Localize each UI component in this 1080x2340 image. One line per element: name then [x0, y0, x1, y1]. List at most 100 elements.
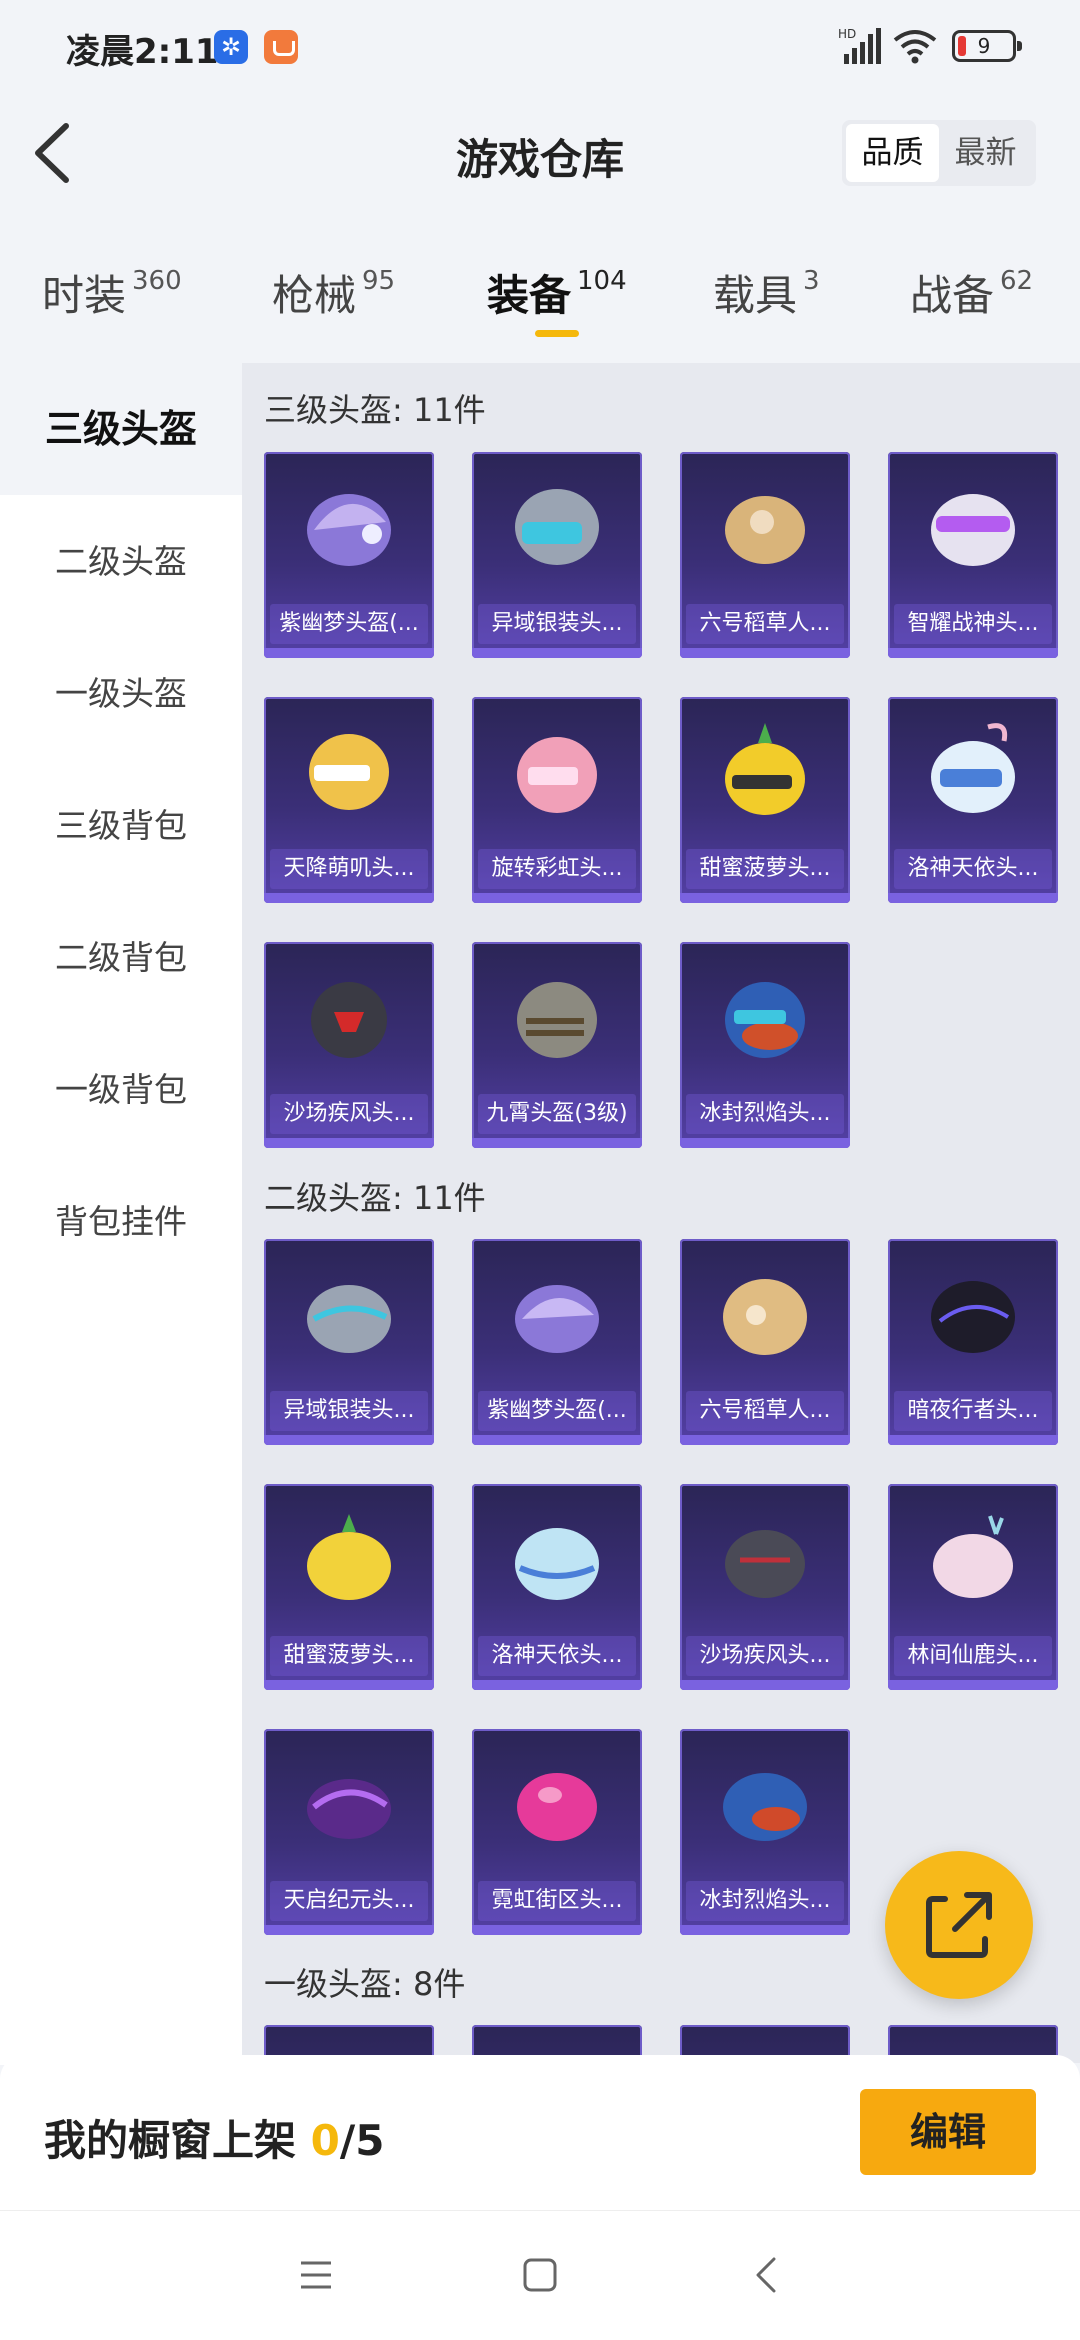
- helmet-icon: [931, 494, 1015, 566]
- item-name: 紫幽梦头盔(...: [478, 1391, 636, 1431]
- tab-count: 3: [803, 266, 820, 296]
- item-card[interactable]: 洛神天依头...: [472, 1484, 642, 1690]
- tab-label: 装备: [487, 271, 572, 320]
- item-name: 异域银装头...: [270, 1391, 428, 1431]
- active-tab-indicator: [535, 330, 579, 337]
- showcase-current-count: 0: [310, 2116, 340, 2165]
- item-card[interactable]: 异域银装头...: [264, 1239, 434, 1445]
- sort-quality-option[interactable]: 品质: [846, 124, 939, 182]
- item-card[interactable]: 林间仙鹿头...: [888, 1484, 1058, 1690]
- tab-equipment[interactable]: 装备 104: [487, 262, 627, 323]
- item-card[interactable]: 六号稻草人...: [680, 1239, 850, 1445]
- section-title-level1: 一级头盔: 8件: [264, 1965, 466, 2003]
- item-card[interactable]: 紫幽梦头盔(...: [472, 1239, 642, 1445]
- item-name: 九霄头盔(3级): [478, 1094, 636, 1134]
- menu-icon[interactable]: [298, 2259, 334, 2291]
- item-name: 六号稻草人...: [686, 604, 844, 644]
- item-name: 天启纪元头...: [270, 1881, 428, 1921]
- external-link-icon: [926, 1892, 992, 1958]
- helmet-icon: [515, 489, 599, 565]
- item-name: 沙场疾风头...: [686, 1636, 844, 1676]
- item-name: 智耀战神头...: [894, 604, 1052, 644]
- item-name: 六号稻草人...: [686, 1391, 844, 1431]
- sidebar-item-backpack-charms[interactable]: 背包挂件: [0, 1192, 242, 1252]
- showcase-label: 我的橱窗上架: [44, 2116, 297, 2165]
- helmet-icon: [725, 723, 805, 815]
- item-card[interactable]: 智耀战神头...: [888, 452, 1058, 658]
- item-card[interactable]: 冰封烈焰头...: [680, 942, 850, 1148]
- item-card[interactable]: 甜蜜菠萝头...: [680, 697, 850, 903]
- item-card[interactable]: 甜蜜菠萝头...: [264, 1484, 434, 1690]
- sidebar-item-level1-helmet[interactable]: 一级头盔: [0, 664, 242, 724]
- helmet-icon: [309, 734, 389, 810]
- section-title-level2: 二级头盔: 11件: [264, 1179, 486, 1217]
- wifi-icon: [893, 30, 937, 64]
- tab-battle-supplies[interactable]: 战备 62: [910, 262, 1033, 323]
- helmet-icon: [725, 1530, 805, 1598]
- sidebar-item-level3-helmet[interactable]: 三级头盔: [0, 363, 242, 495]
- sidebar-background: [0, 495, 242, 2065]
- sort-newest-option[interactable]: 最新: [939, 124, 1032, 182]
- item-card[interactable]: 紫幽梦头盔(...: [264, 452, 434, 658]
- sidebar-item-level2-helmet[interactable]: 二级头盔: [0, 532, 242, 592]
- item-name: 沙场疾风头...: [270, 1094, 428, 1134]
- helmet-icon: [307, 1285, 391, 1353]
- helmet-icon: [725, 496, 805, 564]
- sidebar-item-level2-backpack[interactable]: 二级背包: [0, 928, 242, 988]
- tab-firearms[interactable]: 枪械 95: [272, 262, 395, 323]
- item-name: 冰封烈焰头...: [686, 1094, 844, 1134]
- app-notification-icon: ✲: [214, 30, 248, 64]
- item-name: 洛神天依头...: [478, 1636, 636, 1676]
- share-fab-button[interactable]: [885, 1851, 1033, 1999]
- item-card[interactable]: 冰封烈焰头...: [680, 1729, 850, 1935]
- helmet-icon: [725, 982, 805, 1058]
- tab-label: 枪械: [272, 271, 357, 320]
- helmet-icon: [307, 1779, 391, 1839]
- item-name: 甜蜜菠萝头...: [270, 1636, 428, 1676]
- helmet-icon: [515, 1285, 599, 1353]
- item-name: 异域银装头...: [478, 604, 636, 644]
- item-grid: 三级头盔: 11件 紫幽梦头盔(... 异域银装头... 六号稻草人... 智耀…: [242, 363, 1080, 2063]
- item-card[interactable]: 沙场疾风头...: [680, 1484, 850, 1690]
- sidebar-item-level1-backpack[interactable]: 一级背包: [0, 1060, 242, 1120]
- home-icon[interactable]: [522, 2257, 558, 2293]
- tab-count: 62: [1000, 266, 1034, 296]
- sort-toggle[interactable]: 品质 最新: [842, 120, 1036, 186]
- showcase-status: 我的橱窗上架 0/5: [44, 2107, 384, 2168]
- helmet-icon: [933, 1515, 1013, 1598]
- item-name: 紫幽梦头盔(...: [270, 604, 428, 644]
- item-card[interactable]: 暗夜行者头...: [888, 1239, 1058, 1445]
- helmet-icon: [517, 1773, 597, 1841]
- tab-label: 时装: [42, 271, 127, 320]
- item-card[interactable]: 天降萌叽头...: [264, 697, 434, 903]
- item-name: 天降萌叽头...: [270, 849, 428, 889]
- section-title-level3: 三级头盔: 11件: [264, 391, 486, 429]
- item-card[interactable]: 六号稻草人...: [680, 452, 850, 658]
- showcase-total: /5: [339, 2116, 385, 2165]
- item-card[interactable]: 异域银装头...: [472, 452, 642, 658]
- tab-count: 95: [362, 266, 396, 296]
- tab-fashion[interactable]: 时装 360: [42, 262, 182, 323]
- helmet-icon: [517, 737, 597, 813]
- item-card[interactable]: 旋转彩虹头...: [472, 697, 642, 903]
- system-nav-bar: [0, 2210, 1080, 2340]
- item-card[interactable]: 九霄头盔(3级): [472, 942, 642, 1148]
- shopping-bag-icon: [264, 30, 298, 64]
- status-bar: 凌晨2:11 ✲ HD 9: [0, 0, 1080, 90]
- tab-label: 载具: [713, 271, 798, 320]
- tab-count: 360: [132, 266, 182, 296]
- tab-vehicles[interactable]: 载具 3: [713, 262, 820, 323]
- item-name: 暗夜行者头...: [894, 1391, 1052, 1431]
- edit-button[interactable]: 编辑: [860, 2089, 1036, 2175]
- helmet-icon: [307, 1514, 391, 1600]
- back-icon[interactable]: [752, 2255, 780, 2295]
- sidebar-item-level3-backpack[interactable]: 三级背包: [0, 796, 242, 856]
- item-card[interactable]: 天启纪元头...: [264, 1729, 434, 1935]
- item-name: 林间仙鹿头...: [894, 1636, 1052, 1676]
- item-card[interactable]: 洛神天依头...: [888, 697, 1058, 903]
- battery-icon: 9: [952, 30, 1022, 62]
- item-card[interactable]: 沙场疾风头...: [264, 942, 434, 1148]
- item-card[interactable]: 霓虹街区头...: [472, 1729, 642, 1935]
- helmet-icon: [517, 982, 597, 1058]
- helmet-icon: [723, 1279, 807, 1355]
